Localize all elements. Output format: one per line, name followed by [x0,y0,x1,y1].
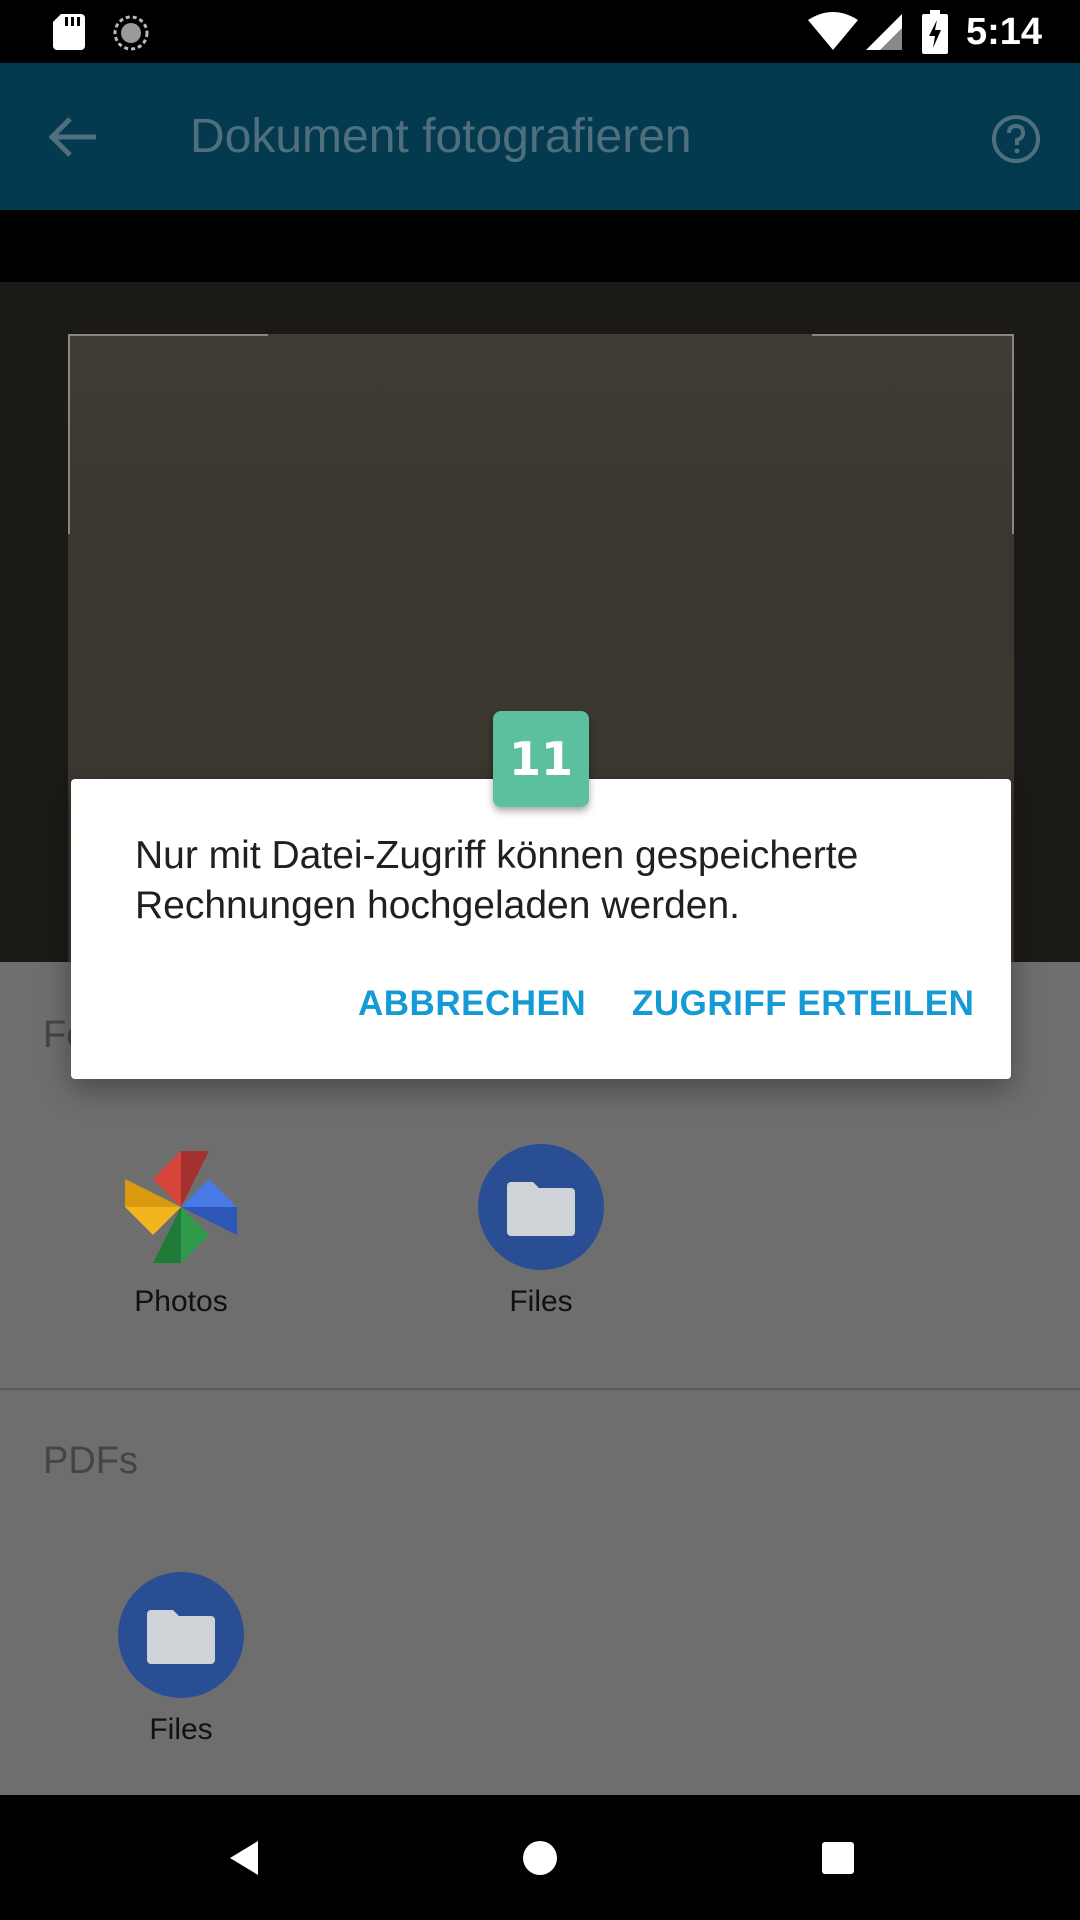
frame-corner-right [1012,334,1014,534]
battery-charging-icon [922,10,948,54]
google-photos-icon [125,1151,237,1263]
section-divider [0,1388,1080,1390]
sd-card-icon [53,14,85,50]
wifi-icon [808,12,858,50]
arrow-back-icon[interactable] [46,113,98,161]
app-chooser-sheet: Fo Photos Files PDFs Files [0,962,1080,1795]
app-label-files: Files [509,1285,573,1318]
camera-top-bar [0,210,1080,282]
frame-corner-top-left [68,334,268,336]
status-bar: 5:14 [0,0,1080,63]
app-bar: Dokument fotografieren [0,63,1080,210]
signal-icon [866,14,902,50]
permission-dialog: Nur mit Datei-Zugriff können gespeichert… [71,779,1011,1079]
navigation-bar [0,1795,1080,1920]
section-title-pdfs: PDFs [43,1440,138,1482]
app-item-files[interactable]: Files [441,1144,641,1334]
app-label-photos: Photos [134,1285,228,1318]
sync-spinner-icon [113,15,149,51]
nav-back-icon[interactable] [222,1833,272,1883]
nav-home-icon[interactable] [515,1833,565,1883]
frame-corner-left [68,334,70,534]
help-circle-icon[interactable] [990,113,1042,165]
step-badge: 11 [493,711,589,807]
nav-recents-icon[interactable] [813,1833,863,1883]
dialog-message: Nur mit Datei-Zugriff können gespeichert… [135,834,859,927]
page-title: Dokument fotografieren [190,110,692,163]
folder-icon [478,1144,604,1270]
frame-corner-top-right [812,334,1014,336]
app-item-files-pdf[interactable]: Files [81,1572,281,1762]
app-item-photos[interactable]: Photos [81,1144,281,1334]
app-label-files-pdf: Files [149,1713,213,1746]
cancel-button[interactable]: ABBRECHEN [358,979,586,1029]
grant-access-button[interactable]: ZUGRIFF ERTEILEN [632,979,974,1029]
status-time: 5:14 [966,11,1043,53]
folder-icon [118,1572,244,1698]
